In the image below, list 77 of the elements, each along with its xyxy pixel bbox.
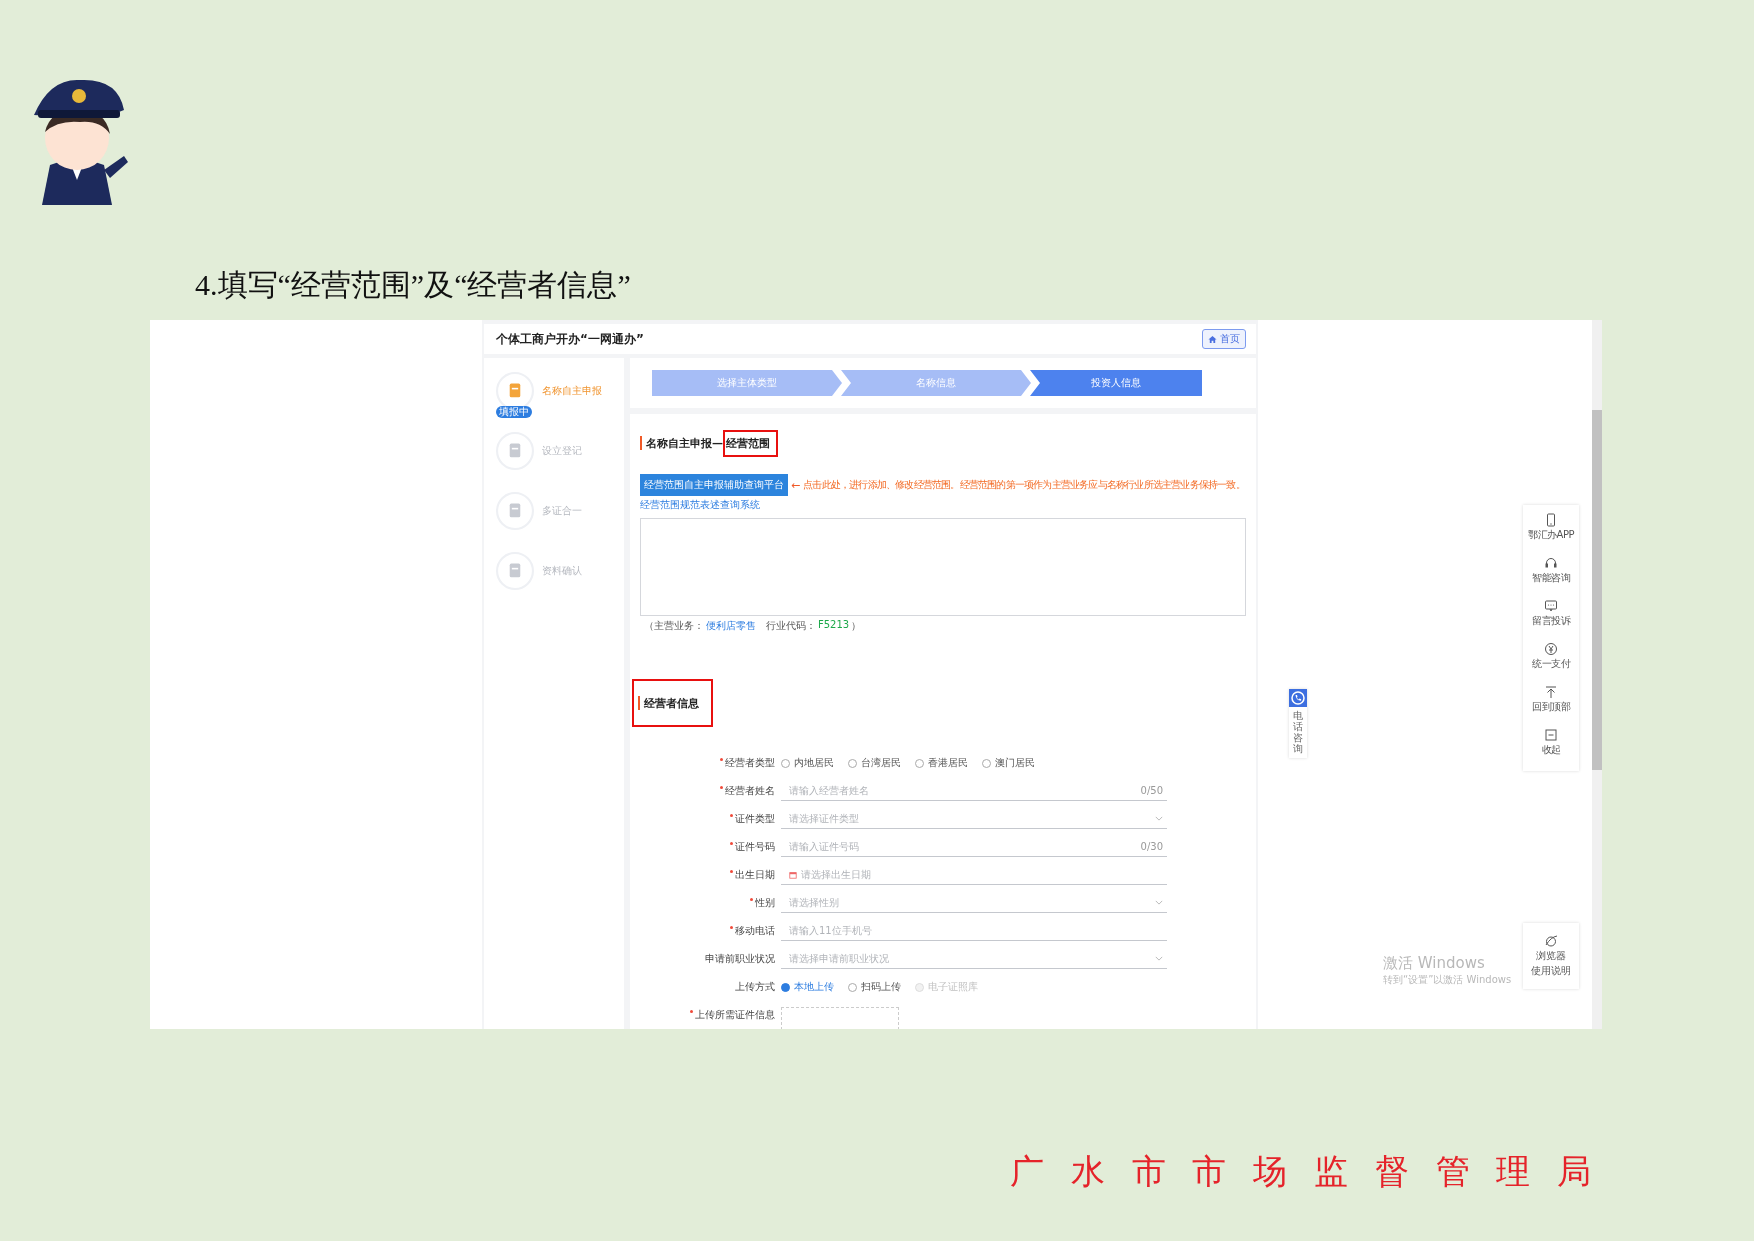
progress-step: 投资人信息 bbox=[1030, 370, 1202, 396]
scope-field[interactable] bbox=[640, 518, 1246, 616]
field-label: 申请前职业状况 bbox=[705, 952, 775, 966]
headset-icon bbox=[1544, 556, 1558, 570]
radio-option[interactable]: 本地上传 bbox=[781, 980, 834, 994]
toolbar-item[interactable]: 回到顶部 bbox=[1532, 685, 1570, 728]
query-link[interactable]: 经营范围规范表述查询系统 bbox=[640, 498, 760, 512]
bracket-text: ） bbox=[851, 619, 862, 633]
section-title: 经营者信息 bbox=[644, 695, 699, 711]
input-field[interactable]: 请输入经营者姓名 0/50 bbox=[781, 781, 1167, 801]
industry-code-value: F5213 bbox=[818, 619, 850, 632]
status-badge: 填报中 bbox=[496, 406, 532, 418]
step-icon bbox=[496, 492, 534, 530]
field-label: 性别 bbox=[750, 896, 775, 910]
toolbar-item[interactable]: 统一支付 bbox=[1532, 642, 1570, 685]
toolbar-item[interactable]: 留言投诉 bbox=[1532, 599, 1570, 642]
char-counter: 0/30 bbox=[1140, 841, 1163, 852]
select-field[interactable]: 请选择性别 bbox=[781, 893, 1167, 913]
phone-icon bbox=[1544, 513, 1558, 527]
accent-bar bbox=[640, 436, 642, 450]
phone-icon bbox=[1289, 689, 1307, 707]
date-field[interactable]: 请选择出生日期 bbox=[781, 865, 1167, 885]
field-label: 经营者类型 bbox=[720, 756, 775, 770]
page-heading: 4.填写“经营范围”及“经营者信息” bbox=[195, 267, 632, 303]
char-counter: 0/50 bbox=[1140, 785, 1163, 796]
field-label: 出生日期 bbox=[730, 868, 775, 882]
field-label: 证件类型 bbox=[730, 812, 775, 826]
platform-button[interactable]: 经营范围自主申报辅助查询平台 bbox=[640, 474, 788, 496]
browser-icon bbox=[1544, 934, 1558, 948]
radio-option[interactable]: 香港居民 bbox=[915, 756, 968, 770]
select-field[interactable]: 请选择证件类型 bbox=[781, 809, 1167, 829]
industry-code-label: 行业代码： bbox=[766, 619, 816, 633]
footer-organization: 广 水 市 市 场 监 督 管 理 局 bbox=[1010, 1150, 1600, 1193]
scrollbar[interactable] bbox=[1592, 320, 1602, 1029]
toolbar-item[interactable]: 收起 bbox=[1541, 728, 1561, 771]
radio-option[interactable]: 内地居民 bbox=[781, 756, 834, 770]
select-field[interactable]: 请选择申请前职业状况 bbox=[781, 949, 1167, 969]
minus-box-icon bbox=[1544, 728, 1558, 742]
input-field[interactable]: 请输入证件号码 0/30 bbox=[781, 837, 1167, 857]
chat-icon bbox=[1544, 599, 1558, 613]
toolbar-item[interactable]: 鄂汇办APP bbox=[1528, 513, 1574, 556]
section-title: 名称自主申报— bbox=[646, 435, 723, 451]
tab-label: 电话咨询 bbox=[1293, 710, 1303, 754]
arrow-icon: ← bbox=[791, 478, 801, 492]
highlighted-title: 经营范围 bbox=[723, 429, 778, 457]
browser-guide-button[interactable]: 浏览器 使用说明 bbox=[1523, 923, 1579, 989]
main-business-value: 便利店零售 bbox=[706, 619, 756, 633]
field-label: 上传方式 bbox=[735, 980, 775, 994]
home-icon bbox=[1208, 334, 1217, 344]
progress-step: 名称信息 bbox=[841, 370, 1031, 396]
activation-title: 激活 Windows bbox=[1383, 954, 1486, 973]
field-label: 经营者姓名 bbox=[720, 784, 775, 798]
calendar-icon bbox=[789, 870, 797, 879]
arrow-up-icon bbox=[1544, 685, 1558, 699]
chevron-icon bbox=[1155, 956, 1163, 961]
radio-option[interactable]: 澳门居民 bbox=[982, 756, 1035, 770]
field-label: 移动电话 bbox=[730, 924, 775, 938]
accent-bar bbox=[638, 696, 640, 710]
app-title: 个体工商户开办“一网通办” bbox=[496, 330, 644, 348]
field-label: 证件号码 bbox=[730, 840, 775, 854]
nav-item[interactable]: 名称自主申报 bbox=[542, 384, 602, 398]
field-label: 上传所需证件信息 bbox=[690, 1008, 775, 1022]
main-business-label: （主营业务： bbox=[644, 619, 704, 633]
home-button[interactable]: 首页 bbox=[1202, 329, 1246, 349]
input-field[interactable]: 请输入11位手机号 bbox=[781, 921, 1167, 941]
step-icon bbox=[496, 432, 534, 470]
chevron-icon bbox=[1155, 900, 1163, 905]
instruction-text: 点击此处，进行添加、修改经营范围。经营范围的第一项作为主营业务应与名称行业所选主营业务保持一致。 bbox=[803, 478, 1245, 492]
progress-step: 选择主体类型 bbox=[652, 370, 842, 396]
step-icon bbox=[496, 552, 534, 590]
upload-area[interactable] bbox=[781, 1007, 899, 1029]
radio-option[interactable]: 扫码上传 bbox=[848, 980, 901, 994]
phone-consult-tab[interactable]: 电话咨询 bbox=[1289, 689, 1307, 758]
toolbar-item[interactable]: 智能咨询 bbox=[1532, 556, 1570, 599]
chevron-icon bbox=[1155, 816, 1163, 821]
radio-option[interactable]: 台湾居民 bbox=[848, 756, 901, 770]
coin-icon bbox=[1544, 642, 1558, 656]
